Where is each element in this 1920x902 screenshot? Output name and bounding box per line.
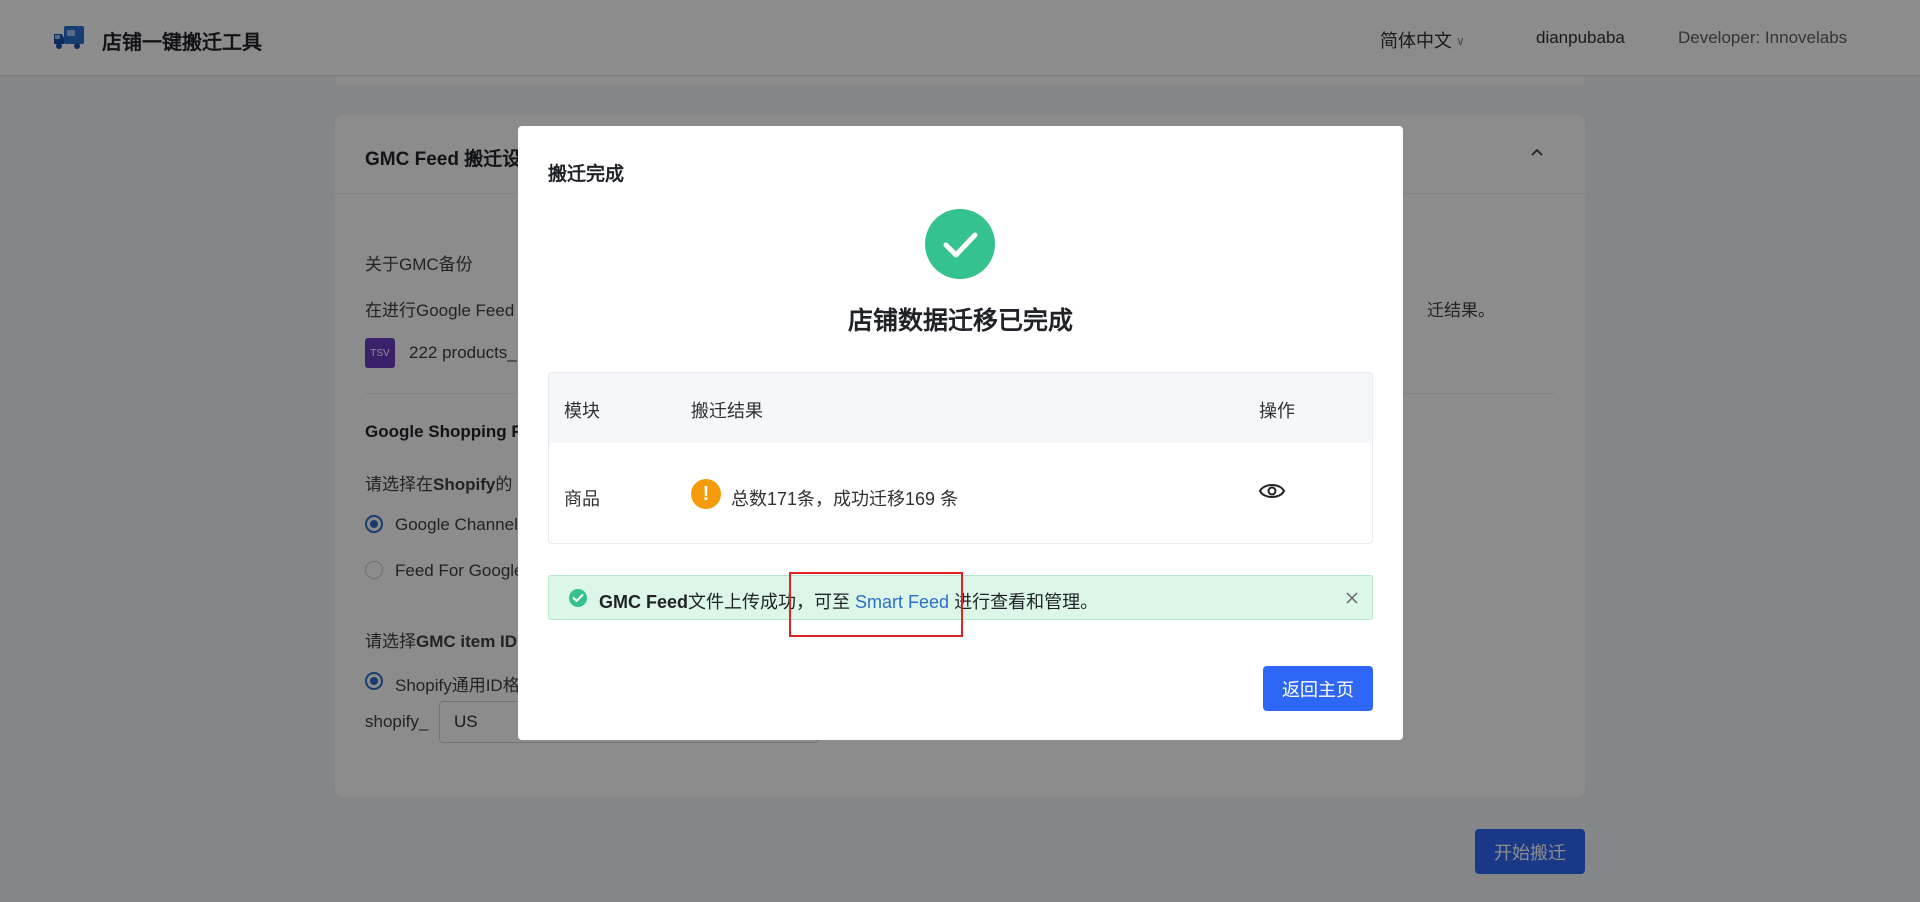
row-module: 商品 bbox=[564, 489, 600, 509]
results-table: 模块 搬迁结果 操作 商品 ! 总数171条，成功迁移169 条 bbox=[548, 372, 1373, 544]
back-to-home-button[interactable]: 返回主页 bbox=[1263, 666, 1373, 711]
table-header bbox=[549, 373, 1372, 443]
column-header-result: 搬迁结果 bbox=[691, 401, 763, 421]
warning-icon: ! bbox=[691, 479, 721, 509]
dialog-title: 搬迁完成 bbox=[548, 164, 625, 185]
highlight-annotation-box bbox=[789, 572, 963, 637]
alert-text-after: 进行查看和管理。 bbox=[949, 592, 1099, 612]
column-header-action: 操作 bbox=[1259, 401, 1295, 421]
dialog-headline: 店铺数据迁移已完成 bbox=[847, 307, 1073, 335]
eye-view-icon[interactable] bbox=[1258, 480, 1286, 502]
alert-bold-text: GMC Feed bbox=[599, 592, 689, 612]
close-icon[interactable] bbox=[1344, 590, 1360, 606]
column-header-module: 模块 bbox=[564, 401, 600, 421]
success-check-icon bbox=[925, 209, 995, 279]
check-circle-icon bbox=[569, 589, 587, 607]
migration-complete-dialog: 搬迁完成 店铺数据迁移已完成 模块 搬迁结果 操作 商品 ! 总数171条，成功… bbox=[518, 126, 1403, 740]
row-result: 总数171条，成功迁移169 条 bbox=[731, 489, 959, 509]
